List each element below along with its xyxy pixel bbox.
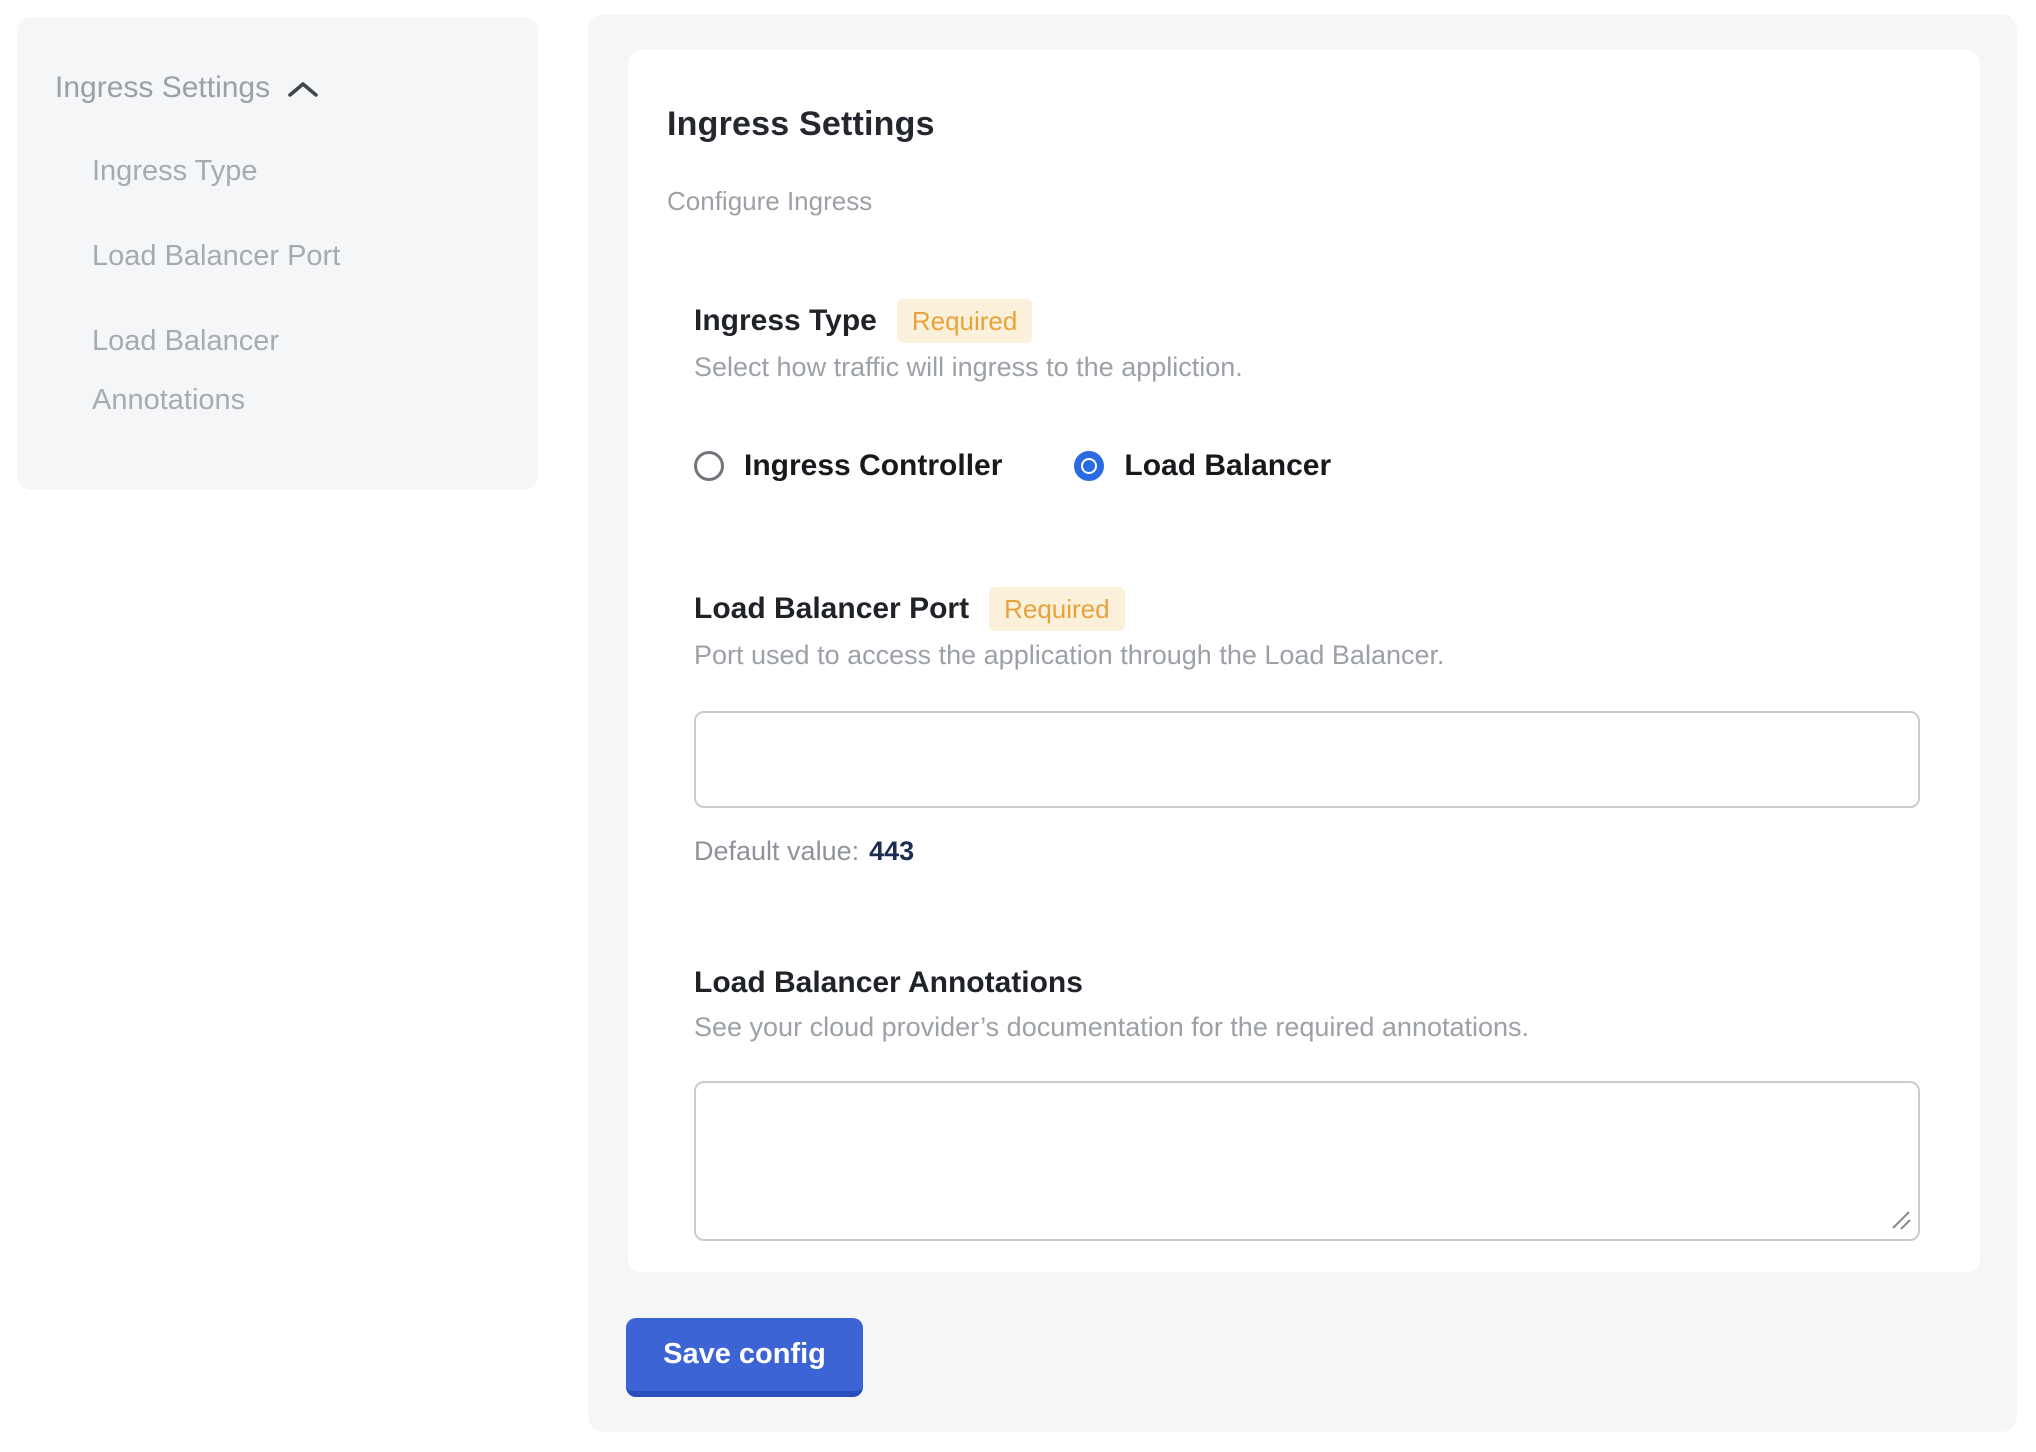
- radio-icon[interactable]: [694, 451, 724, 481]
- default-value-row: Default value: 443: [694, 836, 1920, 867]
- chevron-up-icon: [286, 79, 320, 101]
- sidebar-item-ingress-type[interactable]: Ingress Type: [92, 142, 392, 201]
- form-sections: Ingress Type Required Select how traffic…: [694, 299, 1920, 1241]
- save-config-button[interactable]: Save config: [626, 1318, 863, 1397]
- load-balancer-annotations-textarea[interactable]: [694, 1081, 1920, 1241]
- load-balancer-annotations-section: Load Balancer Annotations See your cloud…: [694, 963, 1920, 1241]
- ingress-type-heading: Ingress Type: [694, 301, 877, 341]
- load-balancer-annotations-heading: Load Balancer Annotations: [694, 963, 1083, 1003]
- load-balancer-port-heading: Load Balancer Port: [694, 589, 969, 629]
- main-panel: Ingress Settings Configure Ingress Ingre…: [588, 14, 2017, 1432]
- sidebar-item-load-balancer-annotations[interactable]: Load Balancer Annotations: [92, 312, 392, 430]
- sidebar-section-label: Ingress Settings: [55, 72, 270, 104]
- load-balancer-port-description: Port used to access the application thro…: [694, 640, 1920, 671]
- load-balancer-port-section: Load Balancer Port Required Port used to…: [694, 587, 1920, 867]
- page-title: Ingress Settings: [667, 106, 1920, 142]
- required-badge: Required: [989, 587, 1125, 631]
- default-value: 443: [869, 836, 914, 866]
- textarea-resize-handle[interactable]: [1889, 1208, 1913, 1232]
- ingress-type-description: Select how traffic will ingress to the a…: [694, 352, 1920, 383]
- radio-label: Ingress Controller: [744, 449, 1002, 483]
- sidebar-section-toggle[interactable]: Ingress Settings: [55, 72, 498, 104]
- sidebar-item-load-balancer-port[interactable]: Load Balancer Port: [92, 227, 392, 286]
- page-subtitle: Configure Ingress: [667, 186, 1920, 217]
- sidebar-item-list: Ingress Type Load Balancer Port Load Bal…: [55, 142, 498, 430]
- radio-label: Load Balancer: [1124, 449, 1331, 483]
- load-balancer-annotations-description: See your cloud provider’s documentation …: [694, 1012, 1920, 1043]
- default-value-label: Default value:: [694, 836, 859, 866]
- settings-sidebar: Ingress Settings Ingress Type Load Balan…: [17, 17, 538, 490]
- load-balancer-port-input[interactable]: [694, 711, 1920, 808]
- required-badge: Required: [897, 299, 1033, 343]
- ingress-type-section: Ingress Type Required Select how traffic…: [694, 299, 1920, 483]
- radio-icon[interactable]: [1074, 451, 1104, 481]
- radio-option-load-balancer[interactable]: Load Balancer: [1074, 449, 1331, 483]
- radio-option-ingress-controller[interactable]: Ingress Controller: [694, 449, 1002, 483]
- ingress-type-radio-group: Ingress Controller Load Balancer: [694, 449, 1920, 483]
- ingress-settings-card: Ingress Settings Configure Ingress Ingre…: [628, 50, 1980, 1272]
